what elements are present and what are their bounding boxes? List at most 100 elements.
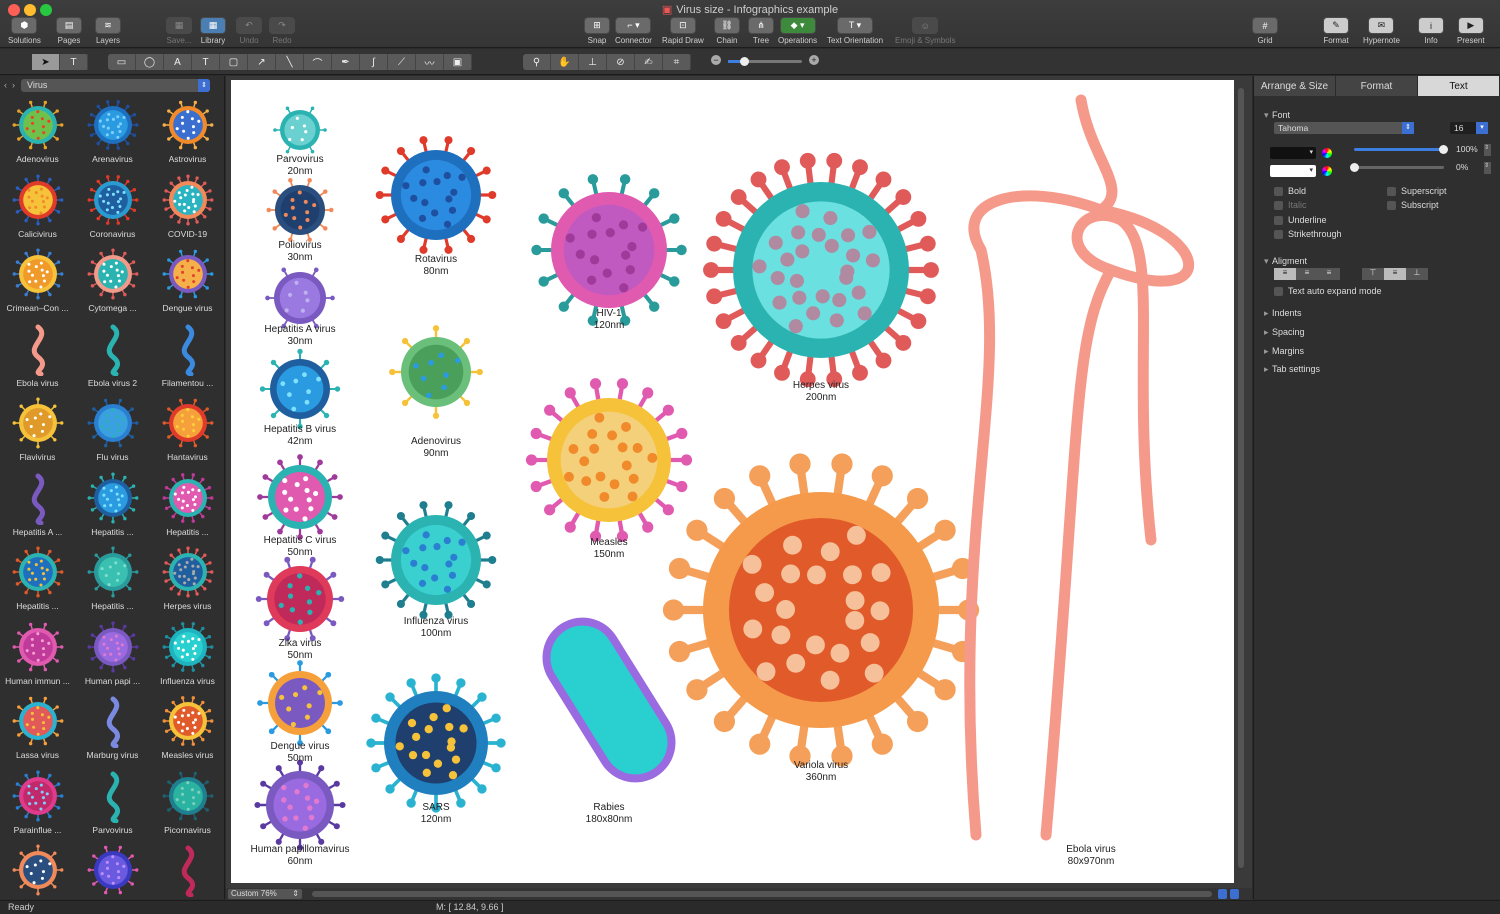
text-orientation-button[interactable]: T ▾ Text Orientation	[827, 17, 883, 45]
alignment-section-header[interactable]: ▾ Aligment	[1264, 256, 1307, 267]
tab-format[interactable]: Format	[1336, 76, 1418, 96]
polyline-tool-icon[interactable]: ⟋	[388, 54, 416, 70]
superscript-checkbox[interactable]: Superscript	[1387, 186, 1447, 196]
virus-graphic[interactable]	[254, 759, 346, 851]
align-left-icon[interactable]: ≡	[1274, 268, 1296, 280]
auto-expand-checkbox[interactable]: Text auto expand mode	[1274, 286, 1382, 296]
virus-graphic[interactable]	[525, 378, 693, 542]
library-item[interactable]: Picornavirus	[150, 765, 225, 840]
underline-checkbox[interactable]: Underline	[1274, 215, 1327, 225]
italic-checkbox[interactable]: Italic	[1274, 200, 1307, 210]
virus-graphic[interactable]	[266, 178, 334, 242]
solutions-button[interactable]: ⬢ Solutions	[8, 17, 41, 45]
highlight-color-well[interactable]: ▾	[1270, 165, 1316, 177]
align-center-icon[interactable]: ≡	[1296, 268, 1318, 280]
format-painter-icon[interactable]: ✍	[635, 54, 663, 70]
zoom-slider[interactable]	[728, 57, 802, 66]
font-size-field[interactable]: 16 ▾	[1450, 122, 1488, 134]
shadow-slider[interactable]	[1350, 163, 1444, 172]
tab-arrange-size[interactable]: Arrange & Size	[1254, 76, 1336, 96]
info-button[interactable]: i Info	[1418, 17, 1444, 45]
virus-graphic[interactable]	[366, 673, 506, 813]
freehand-tool-icon[interactable]: 〰	[416, 54, 444, 70]
line-tool-icon[interactable]: ╲	[276, 54, 304, 70]
insert-tool-icon[interactable]: ▣	[444, 54, 472, 70]
library-item[interactable]: Hepatitis ...	[0, 541, 75, 616]
library-item[interactable]: Crimean–Con ...	[0, 243, 75, 318]
library-item[interactable]: Influenza virus	[150, 616, 225, 691]
library-item[interactable]: Ebola virus 2	[75, 318, 150, 393]
virus-graphic[interactable]	[662, 453, 980, 767]
library-item[interactable]: Calicivirus	[0, 169, 75, 244]
stepper-icon[interactable]: ⇕	[1484, 144, 1491, 156]
spacing-section-header[interactable]: ▸ Spacing	[1264, 327, 1305, 338]
library-item[interactable]: Measles virus	[150, 690, 225, 765]
shadow-field[interactable]: 0%	[1452, 161, 1484, 173]
snap-button[interactable]: ⊞ Snap	[584, 17, 610, 45]
bold-checkbox[interactable]: Bold	[1274, 186, 1306, 196]
stamp-tool-icon[interactable]: ⊥	[579, 54, 607, 70]
library-item[interactable]: Lassa virus	[0, 690, 75, 765]
library-item[interactable]: Herpes virus	[150, 541, 225, 616]
align-right-icon[interactable]: ≡	[1318, 268, 1340, 280]
library-item[interactable]: COVID-19	[150, 169, 225, 244]
ellipse-tool-icon[interactable]: ◯	[136, 54, 164, 70]
library-item[interactable]: Arenavirus	[75, 94, 150, 169]
virus-graphic[interactable]	[273, 106, 327, 154]
library-item[interactable]: Adenovirus	[0, 94, 75, 169]
library-item[interactable]: Dengue virus	[150, 243, 225, 318]
align-bottom-icon[interactable]: ⊥	[1406, 268, 1428, 280]
margins-section-header[interactable]: ▸ Margins	[1264, 346, 1304, 357]
virus-graphic[interactable]	[703, 152, 939, 388]
stepper-icon-2[interactable]: ⇕	[1484, 162, 1491, 174]
diagram-page[interactable]: Parvovirus 20nm Poliovirus 30nm Hepatitis A …	[231, 80, 1234, 883]
rapid-draw-button[interactable]: ⊡ Rapid Draw	[662, 17, 704, 45]
library-item[interactable]: Hepatitis ...	[150, 467, 225, 542]
undo-button[interactable]: ↶ Undo	[236, 17, 262, 45]
color-wheel-icon-2[interactable]	[1322, 166, 1332, 176]
curve-tool-icon[interactable]: ∫	[360, 54, 388, 70]
tab-text[interactable]: Text	[1418, 76, 1500, 96]
library-item[interactable]: Cytomega ...	[75, 243, 150, 318]
library-item[interactable]: Coronavirus	[75, 169, 150, 244]
vertical-scrollbar[interactable]	[1238, 88, 1244, 868]
library-item[interactable]: Flu virus	[75, 392, 150, 467]
save-button[interactable]: ▦ Save...	[166, 17, 192, 45]
page-nav-icon-2[interactable]	[1230, 889, 1239, 899]
pages-button[interactable]: ▤ Pages	[56, 17, 82, 45]
pointer-tool-icon[interactable]: ➤	[32, 54, 60, 70]
arc-tool-icon[interactable]: ⌒	[304, 54, 332, 70]
virus-graphic[interactable]	[259, 348, 341, 430]
library-item[interactable]: Hantavirus	[150, 392, 225, 467]
zoom-tool-icon[interactable]: ⚲	[523, 54, 551, 70]
hand-tool-icon[interactable]: ✋	[551, 54, 579, 70]
library-button[interactable]: ▦ Library	[200, 17, 226, 45]
virus-graphic[interactable]	[389, 325, 483, 419]
library-item[interactable]: Hepatitis A ...	[0, 467, 75, 542]
chain-button[interactable]: ⛓ Chain	[714, 17, 740, 45]
virus-graphic[interactable]	[265, 267, 335, 329]
crop-tool-icon[interactable]: ⌗	[663, 54, 691, 70]
library-item[interactable]: Astrovirus	[150, 94, 225, 169]
zoom-select[interactable]: Custom 76% ⇕	[228, 889, 302, 899]
page-nav-icon[interactable]	[1218, 889, 1227, 899]
opacity-field[interactable]: 100%	[1452, 143, 1484, 155]
align-top-icon[interactable]: ⊤	[1362, 268, 1384, 280]
pen-tool-icon[interactable]: ✒	[332, 54, 360, 70]
zoom-in-icon[interactable]: +	[809, 55, 819, 65]
virus-graphic[interactable]	[527, 602, 690, 797]
library-item[interactable]: Parvovirus	[75, 765, 150, 840]
library-item[interactable]: Hepatitis ...	[75, 541, 150, 616]
library-item[interactable]: Parainflue ...	[0, 765, 75, 840]
text-select-tool-icon[interactable]: T	[60, 54, 88, 70]
library-item[interactable]: Human immun ...	[0, 616, 75, 691]
virus-graphic[interactable]	[531, 174, 687, 326]
library-item[interactable]: Ebola virus	[0, 318, 75, 393]
connector-button[interactable]: ⌐ ▾ Connector	[615, 17, 652, 45]
virus-graphic[interactable]	[964, 94, 1194, 841]
strikethrough-checkbox[interactable]: Strikethrough	[1274, 229, 1342, 239]
tab-settings-section-header[interactable]: ▸ Tab settings	[1264, 364, 1320, 375]
virus-graphic[interactable]	[257, 454, 343, 540]
indents-section-header[interactable]: ▸ Indents	[1264, 308, 1302, 319]
slider-knob-2[interactable]	[1350, 163, 1359, 172]
